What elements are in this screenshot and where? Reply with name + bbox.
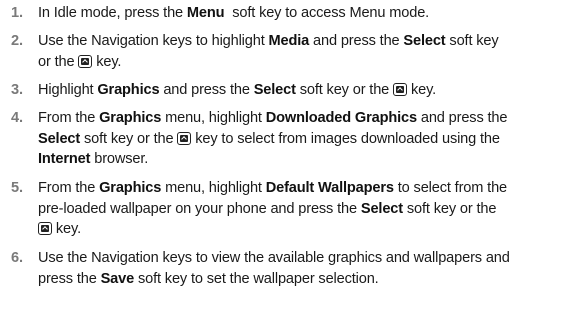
step-text-run: Use the Navigation keys to view the avai… xyxy=(38,250,510,266)
select-key-label: Select xyxy=(38,130,81,147)
select-key-icon xyxy=(78,54,93,68)
step-5: 5. From the Graphics menu, highlight Def… xyxy=(0,178,587,240)
select-key-label: Select xyxy=(403,33,446,49)
step-text-run: press the xyxy=(38,270,101,287)
step-text-run: pre-loaded wallpaper on your phone and p… xyxy=(38,200,361,217)
step-3: 3. Highlight Graphics and press the Sele… xyxy=(0,80,587,101)
step-text-run: From the xyxy=(38,110,100,126)
step-text-run: and press the xyxy=(159,82,254,98)
step-text-run: key to select from images downloaded usi… xyxy=(191,130,500,147)
step-4: 4. From the Graphics menu, highlight Dow… xyxy=(0,108,587,170)
instruction-steps: 1. In Idle mode, press the Menu soft key… xyxy=(0,0,587,329)
step-text-run: soft key xyxy=(445,33,499,49)
select-key-label: Select xyxy=(253,82,296,98)
step-number: 3. xyxy=(11,82,23,98)
step-text-run: soft key or the xyxy=(295,82,394,98)
step-text-run: From the xyxy=(38,180,100,196)
step-text: Use the Navigation keys to highlight Med… xyxy=(38,31,583,72)
step-text: From the Graphics menu, highlight Defaul… xyxy=(38,178,583,240)
step-text-run: menu, highlight xyxy=(161,110,266,126)
step-text: Use the Navigation keys to view the avai… xyxy=(38,248,583,289)
default-wallpapers-label: Default Wallpapers xyxy=(265,180,394,196)
step-text-run: to select from the xyxy=(393,180,508,196)
step-text-run: menu, highlight xyxy=(161,180,266,196)
step-text-run: In Idle mode, press the xyxy=(38,5,187,21)
step-text-run: soft key or the xyxy=(80,130,178,147)
select-key-icon xyxy=(38,222,52,235)
step-1: 1. In Idle mode, press the Menu soft key… xyxy=(0,3,587,24)
step-6: 6. Use the Navigation keys to view the a… xyxy=(0,248,587,289)
step-text-run: soft key to access Menu mode. xyxy=(224,5,430,21)
graphics-label: Graphics xyxy=(99,110,162,126)
step-number: 6. xyxy=(11,250,23,266)
step-text-run: key. xyxy=(92,53,122,70)
step-text-run: browser. xyxy=(90,151,149,167)
step-text-run: or the xyxy=(38,53,79,70)
step-text: Highlight Graphics and press the Select … xyxy=(38,80,583,101)
select-key-icon xyxy=(393,83,408,96)
save-key-label: Save xyxy=(100,270,135,287)
step-text-run: and press the xyxy=(309,33,404,49)
step-number: 4. xyxy=(11,110,23,126)
select-key-label: Select xyxy=(360,200,403,217)
select-key-icon xyxy=(177,131,192,145)
internet-label: Internet xyxy=(38,151,91,167)
menu-key-label: Menu xyxy=(186,5,225,21)
step-text-run: soft key to set the wallpaper selection. xyxy=(134,270,379,287)
step-text-run: soft key or the xyxy=(402,200,497,217)
step-text: In Idle mode, press the Menu soft key to… xyxy=(38,3,583,24)
step-number: 5. xyxy=(11,180,23,196)
step-2: 2. Use the Navigation keys to highlight … xyxy=(0,31,587,72)
graphics-label: Graphics xyxy=(99,180,162,196)
step-text-run: Highlight xyxy=(38,82,98,98)
step-text-run: key. xyxy=(52,221,81,237)
step-number: 1. xyxy=(11,5,23,21)
graphics-label: Graphics xyxy=(97,82,160,98)
step-text-run: Use the Navigation keys to highlight xyxy=(38,33,269,49)
downloaded-graphics-label: Downloaded Graphics xyxy=(265,110,417,126)
step-number: 2. xyxy=(11,33,23,49)
step-text-run: and press the xyxy=(416,110,508,126)
step-text: From the Graphics menu, highlight Downlo… xyxy=(38,108,583,170)
step-text-run: key. xyxy=(407,82,437,98)
media-label: Media xyxy=(268,33,310,49)
